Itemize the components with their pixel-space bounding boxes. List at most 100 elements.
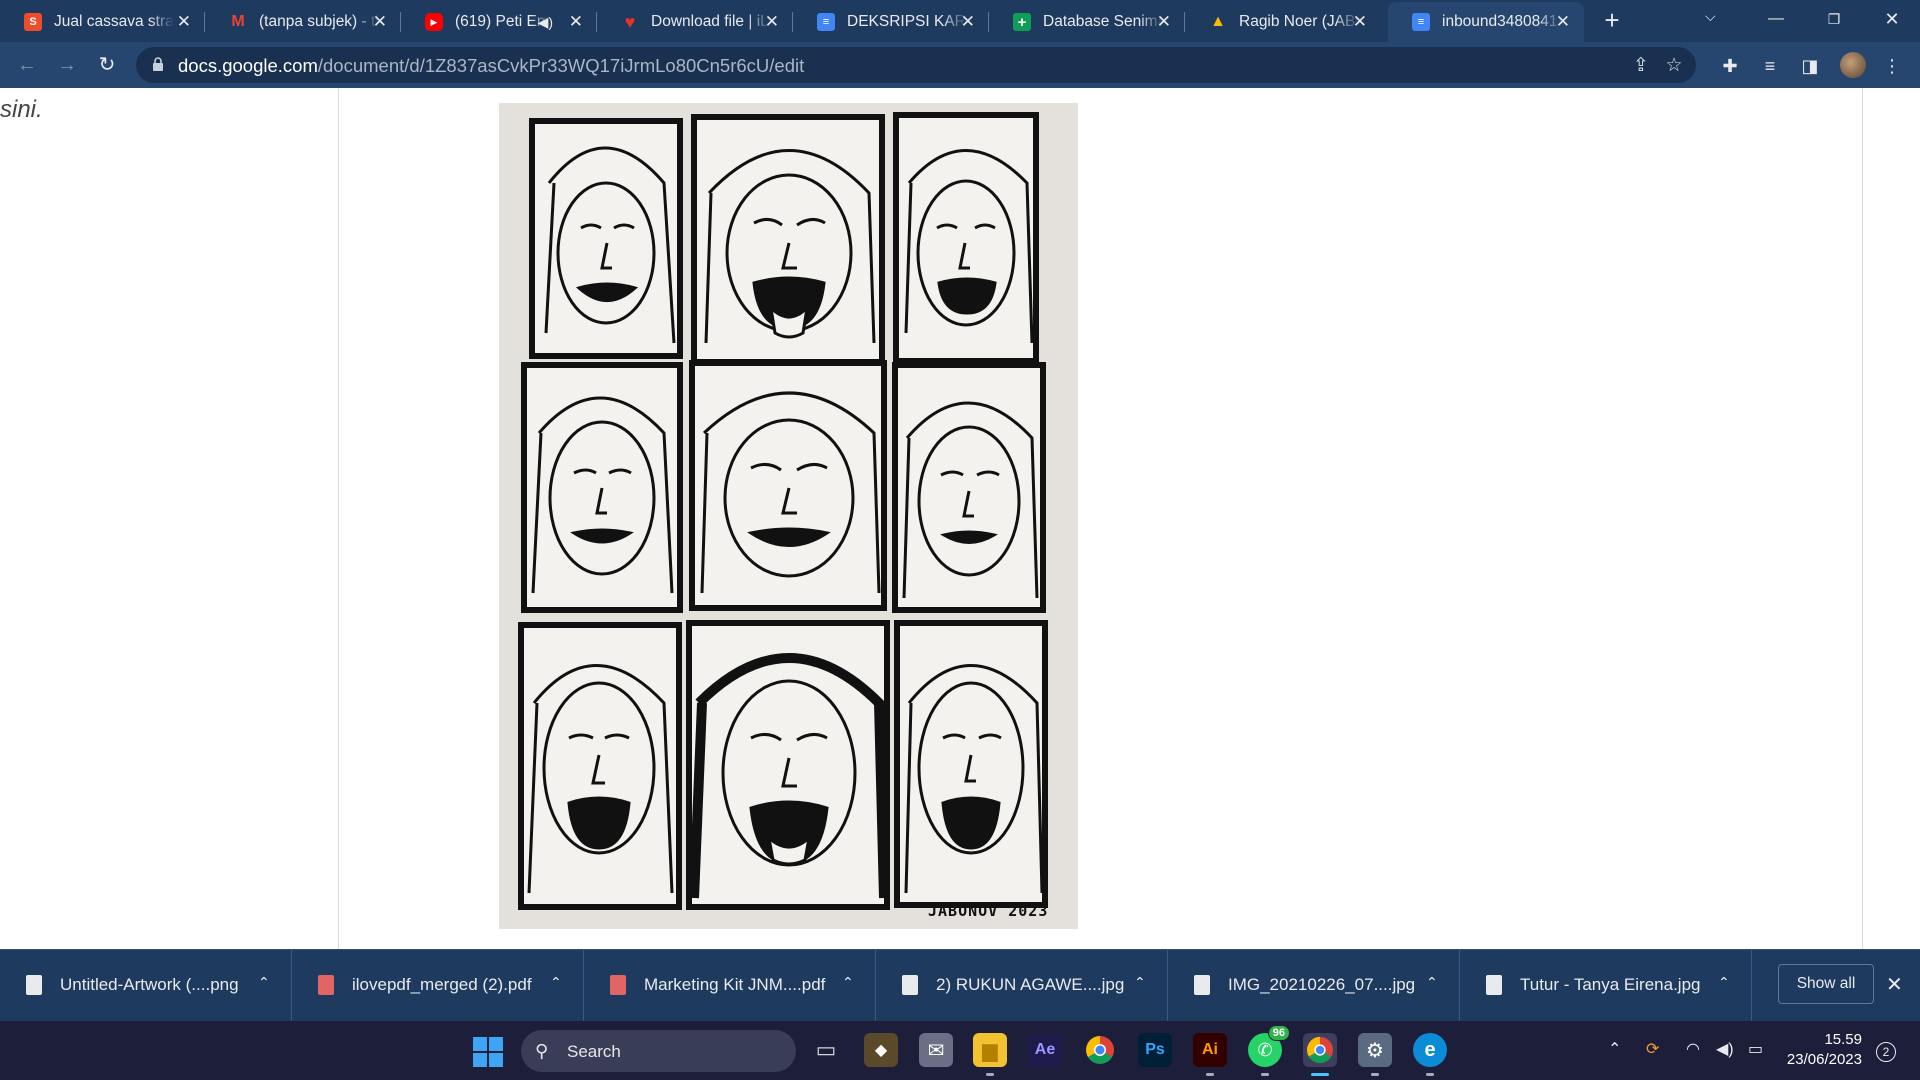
whatsapp-icon[interactable]: ✆ 96 [1248, 1025, 1290, 1076]
tab-strip: S Jual cassava straw ✕ M (tanpa subjek) … [0, 0, 1920, 42]
after-effects-icon[interactable]: Ae [1028, 1033, 1062, 1067]
google-drive-icon: ▲ [1210, 13, 1226, 30]
edge-icon[interactable]: e [1413, 1033, 1447, 1076]
chrome-logo [1306, 1036, 1334, 1064]
close-icon[interactable]: ✕ [961, 12, 975, 32]
bookmark-star-icon[interactable]: ☆ [1663, 55, 1685, 77]
chevron-up-icon[interactable]: ⌃ [1718, 974, 1730, 991]
reload-icon[interactable]: ↻ [92, 50, 122, 80]
chevron-up-icon[interactable]: ⌃ [258, 974, 270, 991]
battery-icon[interactable]: ▭ [1748, 1039, 1763, 1059]
tab-0[interactable]: S Jual cassava straw ✕ [0, 2, 205, 42]
tab-title: DEKSRIPSI KARYA [847, 13, 967, 30]
sync-icon[interactable]: ⟳ [1646, 1039, 1659, 1059]
tab-title: Ragib Noer (JABC [1239, 13, 1359, 30]
close-icon[interactable]: ✕ [569, 12, 583, 32]
chevron-up-icon[interactable]: ⌃ [1134, 974, 1146, 991]
back-icon[interactable]: ← [12, 50, 42, 80]
extensions-icon[interactable]: ✚ [1718, 54, 1742, 78]
new-tab-button[interactable]: + [1598, 6, 1626, 34]
face-panel [689, 360, 887, 611]
chevron-up-icon[interactable]: ⌃ [550, 974, 562, 991]
tab-5[interactable]: + Database Senima ✕ [989, 2, 1185, 42]
tab-3[interactable]: ♥ Download file | iL ✕ [597, 2, 793, 42]
download-item[interactable]: 2) RUKUN AGAWE....jpg ⌃ [876, 950, 1168, 1022]
tray-overflow-chevron-icon[interactable]: ⌃ [1608, 1039, 1621, 1059]
close-icon[interactable]: ✕ [765, 12, 779, 32]
window-close-icon[interactable]: ✕ [1864, 4, 1920, 34]
app-icon[interactable]: ◆ [864, 1033, 898, 1067]
close-icon[interactable]: ✕ [1157, 12, 1171, 32]
download-item[interactable]: Marketing Kit JNM....pdf ⌃ [584, 950, 876, 1022]
minimize-icon[interactable]: — [1748, 4, 1804, 34]
mail-icon[interactable]: ✉ [919, 1033, 953, 1067]
close-icon[interactable]: ✕ [177, 12, 191, 32]
running-indicator [1371, 1073, 1379, 1076]
volume-icon[interactable]: ◀) [1716, 1039, 1734, 1059]
share-icon[interactable]: ⇪ [1630, 55, 1652, 77]
side-panel-icon[interactable]: ◨ [1798, 54, 1822, 78]
system-clock[interactable]: 15.59 23/06/2023 [1782, 1030, 1862, 1070]
running-indicator [986, 1073, 994, 1076]
tab-2[interactable]: ▶ (619) Peti Em ◀) ✕ [401, 2, 597, 42]
chevron-up-icon[interactable]: ⌃ [842, 974, 854, 991]
close-icon[interactable]: ✕ [1353, 12, 1367, 32]
artwork-image[interactable] [499, 103, 1078, 929]
photoshop-icon[interactable]: Ps [1138, 1033, 1172, 1067]
show-all-downloads-button[interactable]: Show all [1778, 964, 1874, 1004]
chrome-active-icon[interactable] [1303, 1033, 1337, 1076]
file-explorer-icon[interactable]: ▆ [973, 1033, 1007, 1076]
chrome-icon[interactable] [1083, 1033, 1117, 1067]
google-docs-icon: ≡ [1412, 13, 1430, 31]
restore-icon[interactable]: ❐ [1806, 4, 1862, 34]
menu-kebab-icon[interactable]: ⋮ [1880, 54, 1904, 78]
file-icon [1194, 975, 1210, 995]
settings-icon[interactable]: ⚙ [1358, 1033, 1392, 1076]
avatar[interactable] [1840, 52, 1866, 78]
running-indicator [1206, 1073, 1214, 1076]
download-item[interactable]: Untitled-Artwork (....png ⌃ [0, 950, 292, 1022]
browser-toolbar: ← → ↻ docs.google.com/document/d/1Z837as… [0, 42, 1920, 88]
tab-search-chevron-icon[interactable]: ⌵ [1705, 8, 1716, 25]
youtube-icon: ▶ [425, 13, 443, 31]
forward-icon[interactable]: → [52, 50, 82, 80]
tab-6[interactable]: ▲ Ragib Noer (JABC ✕ [1185, 2, 1381, 42]
chevron-up-icon[interactable]: ⌃ [1426, 974, 1438, 991]
notification-badge: 96 [1267, 1025, 1290, 1041]
tab-title: Download file | iL [651, 13, 769, 30]
speaker-icon[interactable]: ◀) [538, 12, 553, 32]
illustrator-icon[interactable]: Ai [1193, 1033, 1227, 1076]
pdf-file-icon [318, 975, 334, 995]
windows-taskbar: ⚲ Search ▭ ◆ ✉ ▆ Ae Ps Ai ✆ 96 ⚙ e ⌃ ⟳ ◠… [0, 1021, 1920, 1080]
download-filename: Untitled-Artwork (....png [60, 975, 239, 994]
search-label: Search [567, 1042, 621, 1061]
download-item[interactable]: Tutur - Tanya Eirena.jpg ⌃ [1460, 950, 1752, 1022]
taskbar-search-input[interactable]: ⚲ Search [521, 1030, 796, 1072]
task-view-icon[interactable]: ▭ [809, 1033, 843, 1067]
google-docs-icon: ≡ [817, 13, 835, 31]
file-icon [1486, 975, 1502, 995]
tab-title: (619) Peti Em [455, 13, 550, 30]
close-icon[interactable]: ✕ [1556, 12, 1570, 32]
download-filename: IMG_20210226_07....jpg [1228, 975, 1416, 994]
pdf-file-icon [610, 975, 626, 995]
windows-start-icon[interactable] [473, 1037, 503, 1067]
download-item[interactable]: IMG_20210226_07....jpg ⌃ [1168, 950, 1460, 1022]
close-icon[interactable]: ✕ [1886, 972, 1903, 997]
artwork-drawing [499, 103, 1078, 929]
download-bar: Untitled-Artwork (....png ⌃ ilovepdf_mer… [0, 949, 1920, 1022]
chrome-logo [1086, 1036, 1114, 1064]
tab-4[interactable]: ≡ DEKSRIPSI KARYA ✕ [793, 2, 989, 42]
wifi-icon[interactable]: ◠ [1686, 1039, 1700, 1059]
download-filename: Tutur - Tanya Eirena.jpg [1520, 975, 1701, 994]
close-icon[interactable]: ✕ [373, 12, 387, 32]
address-bar[interactable]: docs.google.com/document/d/1Z837asCvkPr3… [136, 47, 1696, 83]
page-edge [1862, 88, 1863, 949]
notification-count-badge[interactable]: 2 [1876, 1042, 1896, 1062]
shopee-icon: S [24, 13, 42, 31]
tab-7-active[interactable]: ≡ inbound3480841 ✕ [1388, 2, 1584, 42]
download-item[interactable]: ilovepdf_merged (2).pdf ⌃ [292, 950, 584, 1022]
media-control-icon[interactable]: ≡ [1758, 54, 1782, 78]
page-text: sini. [0, 96, 43, 123]
tab-1[interactable]: M (tanpa subjek) - tl ✕ [205, 2, 401, 42]
